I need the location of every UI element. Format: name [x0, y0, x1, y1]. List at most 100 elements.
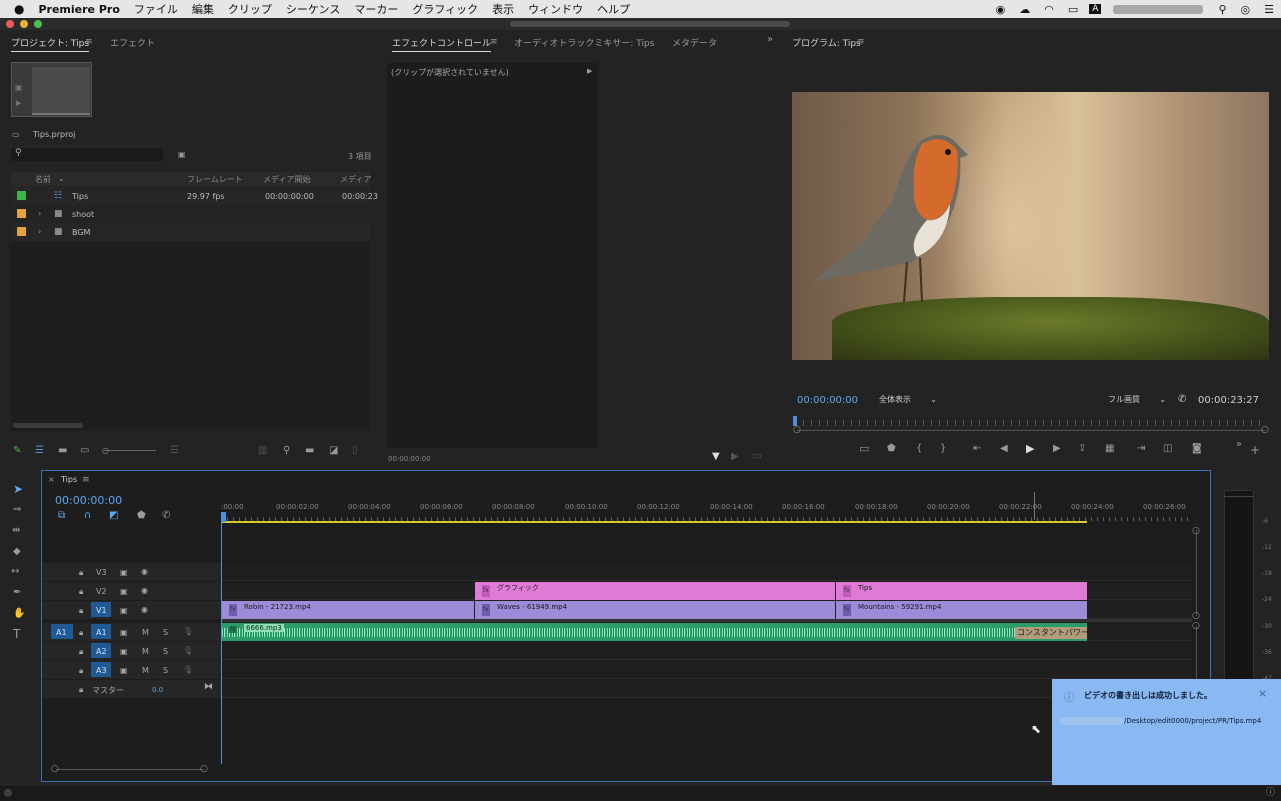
lock-icon[interactable]: 🔒︎ [79, 628, 83, 638]
horizontal-scrollbar[interactable] [13, 423, 83, 428]
label-color-swatch[interactable] [17, 209, 26, 218]
icon-view-icon[interactable]: ▬ [58, 446, 67, 456]
menu-clip[interactable]: クリップ [221, 1, 279, 17]
linked-selection-icon[interactable]: ◩ [109, 511, 118, 521]
menu-help[interactable]: ヘルプ [590, 1, 637, 17]
new-bin-icon[interactable]: ▬ [305, 446, 314, 456]
microphone-icon[interactable]: 🎙︎ [183, 627, 193, 636]
clip-graphic[interactable]: fx グラフィック [475, 582, 835, 600]
timeline-settings-wrench-icon[interactable]: ✆ [162, 511, 170, 521]
vertical-scrollbar-audio[interactable] [1196, 626, 1197, 686]
track-lane-a3[interactable] [222, 661, 1192, 679]
solo-button[interactable]: S [163, 628, 168, 637]
menu-graphics[interactable]: グラフィック [405, 1, 485, 17]
track-lane-v3[interactable] [222, 563, 1192, 581]
track-header-a3[interactable] [42, 661, 221, 679]
lock-icon[interactable]: 🔒︎ [79, 685, 83, 695]
clip-mountains[interactable]: fx Mountains - 59291.mp4 [836, 601, 1087, 619]
eye-icon[interactable]: ◉ [141, 567, 148, 576]
wrench-icon[interactable]: ✆ [1178, 395, 1186, 405]
safe-margins-icon[interactable]: ▭ [859, 443, 869, 454]
mute-button[interactable]: M [142, 647, 149, 656]
menu-sequence[interactable]: シーケンス [279, 1, 347, 17]
scroll-handle-left[interactable]: ○ [51, 764, 59, 774]
mute-button[interactable]: M [142, 666, 149, 675]
panel-menu-icon[interactable]: ≡ [85, 37, 93, 47]
track-header-v1[interactable] [42, 601, 221, 619]
add-marker-icon[interactable]: ⬟ [137, 511, 146, 521]
track-lane-master[interactable] [222, 680, 1192, 698]
zoom-dropdown[interactable]: 全体表示 ⌄ [873, 393, 941, 407]
scroll-handle-left[interactable]: ○ [793, 425, 801, 435]
trash-icon[interactable]: ▯ [352, 446, 358, 456]
program-video-frame[interactable] [792, 92, 1269, 360]
apple-icon[interactable]: ● [0, 2, 31, 16]
panel-menu-icon[interactable]: ≡ [857, 37, 865, 47]
master-volume[interactable]: 0.0 [152, 686, 163, 694]
tab-effects[interactable]: エフェクト [110, 36, 155, 49]
scroll-handle-right[interactable]: ○ [1261, 425, 1269, 435]
export-icon[interactable]: ▭ [752, 452, 761, 462]
list-item[interactable] [11, 223, 370, 241]
panel-menu-icon[interactable]: ≡ [490, 37, 498, 47]
track-select-tool-icon[interactable]: ⇒ [13, 505, 21, 515]
lock-icon[interactable]: 🔒︎ [79, 587, 83, 597]
overflow-chevron-icon[interactable]: » [1236, 440, 1242, 450]
scroll-handle-bottom[interactable]: ○ [1192, 611, 1200, 621]
clip-tips-graphic[interactable]: fx Tips [836, 582, 1087, 600]
scroll-handle-right[interactable]: ○ [200, 764, 208, 774]
scroll-handle-top[interactable]: ○ [1192, 526, 1200, 536]
clip-audio-6666[interactable]: 6666.mp3 fx [222, 623, 1087, 641]
step-back-icon[interactable]: ◀ [1000, 444, 1008, 454]
tab-effect-controls[interactable]: エフェクトコントロール [392, 36, 492, 52]
export-frame-icon[interactable]: ◙ [1192, 444, 1202, 454]
project-search-input[interactable]: ⚲ [11, 148, 163, 161]
extract-icon[interactable]: ▦ [1105, 444, 1114, 454]
snap-icon[interactable]: ∩ [84, 511, 91, 521]
toast-file-path[interactable]: /Desktop/edit0000/project/PR/Tips.mp4 [1124, 717, 1261, 725]
sync-lock-icon[interactable]: ▣ [120, 568, 128, 577]
column-name[interactable]: 名前 [35, 174, 51, 185]
track-name-v3[interactable]: V3 [96, 568, 107, 577]
siri-icon[interactable]: ◎ [1234, 3, 1258, 16]
vertical-scrollbar-video[interactable] [1196, 530, 1197, 616]
audio-transition[interactable]: コンスタントパワー [1015, 627, 1087, 639]
lock-icon[interactable]: 🔒︎ [79, 568, 83, 578]
wifi-icon[interactable]: ◠ [1037, 3, 1061, 16]
track-header-v2[interactable] [42, 582, 221, 600]
lock-icon[interactable]: 🔒︎ [79, 666, 83, 676]
quality-dropdown[interactable]: フル画質 ⌄ [1102, 393, 1170, 407]
bin-search-icon[interactable]: ▣ [178, 150, 186, 160]
lift-icon[interactable]: ⇪ [1078, 444, 1086, 454]
horizontal-zoom-scrollbar[interactable] [56, 769, 204, 770]
hand-tool-icon[interactable]: ✋ [13, 609, 25, 619]
overflow-chevron-icon[interactable]: » [767, 35, 773, 45]
sort-icon[interactable]: ☰ [170, 446, 179, 456]
lock-icon[interactable]: 🔒︎ [79, 606, 83, 616]
add-marker-icon[interactable]: ⬟ [887, 444, 896, 454]
track-header-a2[interactable] [42, 642, 221, 660]
timeline-timecode[interactable]: 00:00:00:00 [55, 494, 122, 507]
filter-icon[interactable]: ▼ [712, 452, 720, 462]
ripple-edit-tool-icon[interactable]: ⇹ [12, 526, 20, 536]
item-name[interactable]: shoot [72, 210, 94, 219]
sync-lock-icon[interactable]: ▣ [120, 587, 128, 596]
menu-window[interactable]: ウィンドウ [521, 1, 590, 17]
sync-lock-icon[interactable]: ▣ [120, 628, 128, 637]
video-audio-divider[interactable] [222, 619, 1192, 622]
automate-icon[interactable]: ▥ [258, 446, 267, 456]
input-source-indicator[interactable]: A [1089, 4, 1102, 14]
menu-view[interactable]: 表示 [485, 1, 521, 17]
project-thumbnail[interactable]: ▣ ▶ [11, 62, 92, 117]
lock-icon[interactable]: 🔒︎ [79, 647, 83, 657]
panel-menu-icon[interactable]: ≡ [82, 475, 90, 485]
tab-audio-mixer[interactable]: オーディオトラックミキサー: Tips [514, 36, 654, 49]
zoom-scrollbar[interactable] [797, 430, 1265, 431]
clip-waves[interactable]: fx Waves - 61949.mp4 [475, 601, 835, 619]
freeform-view-icon[interactable]: ▭ [80, 446, 89, 456]
slider-handle[interactable]: ○ [102, 446, 109, 456]
go-to-end-icon[interactable]: ⧓ [204, 682, 213, 692]
expand-timeline-icon[interactable]: ▶ [587, 66, 592, 76]
tab-metadata[interactable]: メタデータ [672, 36, 717, 49]
info-icon[interactable]: ⓘ [1266, 788, 1275, 798]
